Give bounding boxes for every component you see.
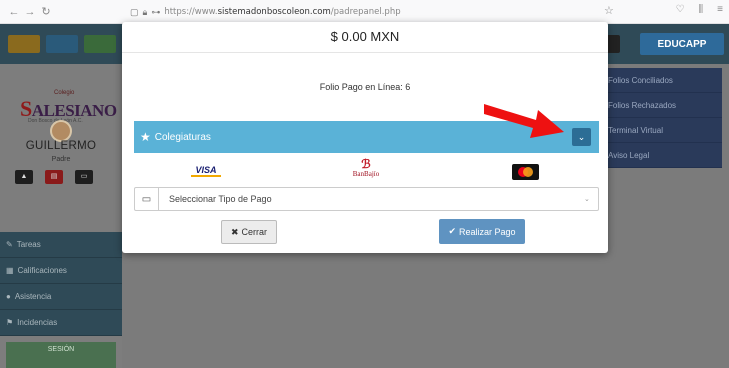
- page-icon: ▢: [130, 6, 139, 17]
- cerrar-button[interactable]: ✖ Cerrar: [221, 220, 277, 244]
- payment-type-select[interactable]: ▭ Seleccionar Tipo de Pago ⌄: [134, 187, 599, 211]
- right-menu-aviso-legal[interactable]: Aviso Legal: [604, 143, 722, 168]
- key-icon: ⊶: [151, 6, 161, 17]
- monitor-icon[interactable]: ▭: [75, 170, 93, 184]
- forward-icon[interactable]: →: [22, 6, 38, 18]
- star-icon: ★: [140, 130, 151, 144]
- library-icon[interactable]: ⫼: [699, 4, 704, 15]
- flag-icon: ⚑: [6, 318, 14, 327]
- lock-icon: 🔒︎: [142, 6, 148, 17]
- sidebar-item-label: Asistencia: [14, 292, 52, 301]
- modal-header: $ 0.00 MXN: [122, 22, 608, 53]
- right-menu-folios-conciliados[interactable]: Folios Conciliados: [604, 68, 722, 93]
- realizar-pago-button[interactable]: ✔ Realizar Pago: [439, 219, 525, 244]
- realizar-pago-label: Realizar Pago: [459, 226, 516, 237]
- address-bar[interactable]: ▢ 🔒︎ ⊶ https://www.sistemadonboscoleon.c…: [130, 4, 600, 20]
- mastercard-logo: [512, 164, 539, 180]
- bookmark-star-icon[interactable]: ☆: [604, 4, 614, 17]
- edit-icon: ✎: [6, 240, 13, 249]
- sidebar-item-label: Incidencias: [17, 318, 58, 327]
- avatar: [50, 120, 72, 142]
- sidebar-item-calificaciones[interactable]: ▦ Calificaciones: [0, 258, 122, 284]
- credit-card-icon: ▭: [135, 188, 159, 210]
- menu-icon[interactable]: ≡: [717, 4, 723, 15]
- annotation-arrow-icon: [484, 104, 564, 138]
- user-role: Padre: [51, 156, 71, 163]
- back-icon[interactable]: ←: [6, 6, 22, 18]
- url-text: https://www.sistemadonboscoleon.com/padr…: [164, 7, 401, 17]
- payment-logos: VISA ℬ BanBajío: [122, 157, 608, 183]
- cerrar-label: Cerrar: [241, 227, 268, 237]
- profile-actions: ▲ ▤ ▭: [15, 170, 93, 184]
- folio-text: Folio Pago en Línea: 6: [319, 82, 411, 92]
- check-icon: ✔: [448, 226, 456, 236]
- banbajio-logo: ℬ BanBajío: [352, 157, 380, 178]
- id-card-icon[interactable]: ▤: [45, 170, 63, 184]
- right-menu-terminal-virtual[interactable]: Terminal Virtual: [604, 118, 722, 143]
- user-name: GUILLERMO: [25, 140, 97, 152]
- reload-icon[interactable]: ↻: [38, 5, 54, 18]
- select-caret-icon: ⌄: [584, 196, 590, 203]
- close-icon: ✖: [230, 226, 239, 237]
- sidebar-item-asistencia[interactable]: ● Asistencia: [0, 284, 122, 310]
- educapp-logo: EDUCAPP: [640, 33, 724, 55]
- accordion-title: Colegiaturas: [154, 131, 211, 143]
- sidebar-item-label: Tareas: [16, 240, 41, 249]
- user-icon[interactable]: ▲: [15, 170, 33, 184]
- payment-type-value: Seleccionar Tipo de Pago: [169, 194, 272, 204]
- sidebar-item-label: Calificaciones: [17, 266, 67, 275]
- pocket-icon[interactable]: ♡: [676, 4, 685, 15]
- sidebar-menu: ✎ Tareas ▦ Calificaciones ● Asistencia ⚑ Inc…: [0, 232, 122, 336]
- session-panel: SESIÓN: [6, 342, 116, 368]
- visa-logo: VISA: [191, 165, 221, 177]
- grid-icon: ▦: [6, 266, 14, 275]
- sidebar-item-incidencias[interactable]: ⚑ Incidencias: [0, 310, 122, 336]
- right-menu: Folios Conciliados Folios Rechazados Ter…: [604, 68, 722, 168]
- topbar-button-3[interactable]: [84, 35, 116, 53]
- topbar-button-1[interactable]: [8, 35, 40, 53]
- browser-actions: ♡ ⫼ ≡: [676, 4, 723, 15]
- right-menu-folios-rechazados[interactable]: Folios Rechazados: [604, 93, 722, 118]
- payment-amount: $ 0.00 MXN: [330, 29, 400, 44]
- topbar-button-2[interactable]: [46, 35, 78, 53]
- check-circle-icon: ●: [6, 292, 11, 301]
- sidebar-item-tareas[interactable]: ✎ Tareas: [0, 232, 122, 258]
- chevron-down-icon[interactable]: ⌄: [572, 128, 591, 146]
